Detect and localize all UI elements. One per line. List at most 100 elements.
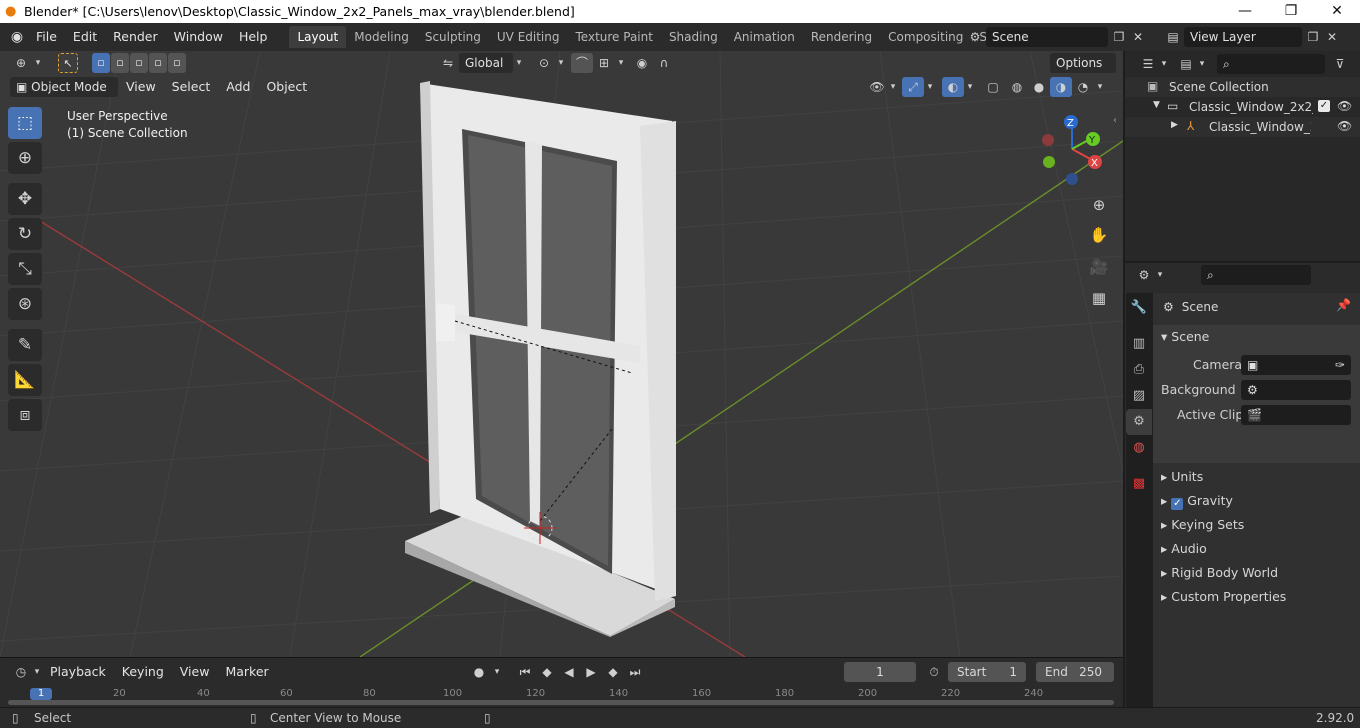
pan-hand-icon[interactable]: ✋ (1086, 219, 1112, 251)
outliner-row-collection[interactable]: ▼ ▭ Classic_Window_2x2_Pa ✓ 👁 (1125, 97, 1360, 117)
chevron-down-icon[interactable]: ▾ (490, 662, 504, 682)
chevron-down-icon[interactable]: ▾ (888, 77, 898, 97)
visibility-eye-icon[interactable]: 👁 (1337, 119, 1352, 133)
next-keyframe-icon[interactable]: ◆ (602, 662, 624, 682)
zoom-icon[interactable]: ⊕ (1086, 191, 1112, 219)
scene-icon[interactable]: ⚙ (964, 27, 986, 47)
jump-start-icon[interactable]: ⏮ (514, 662, 536, 682)
outliner-editor-type-icon[interactable]: ☰ (1137, 54, 1159, 74)
viewport-menu-view[interactable]: View (118, 77, 164, 97)
move-tool-icon[interactable]: ✥ (8, 183, 42, 215)
options-button[interactable]: Options (1050, 53, 1116, 73)
render-tab-icon[interactable]: ▥ (1126, 331, 1152, 357)
tab-layout[interactable]: Layout (289, 26, 347, 48)
visibility-eye-icon[interactable]: 👁 (1337, 99, 1352, 113)
transform-tool-icon[interactable]: ⊛ (8, 288, 42, 320)
texture-tab-icon[interactable]: ▩ (1126, 471, 1152, 497)
close-window-button[interactable]: ✕ (1314, 0, 1360, 23)
timeline-menu-playback[interactable]: Playback (42, 662, 114, 682)
chevron-down-icon[interactable]: ▾ (1094, 77, 1106, 97)
delete-scene-icon[interactable]: ✕ (1130, 27, 1146, 47)
tab-modeling[interactable]: Modeling (346, 26, 417, 48)
rotate-tool-icon[interactable]: ↻ (8, 218, 42, 250)
camera-view-icon[interactable]: 🎥 (1086, 251, 1112, 283)
chevron-down-icon[interactable]: ▾ (964, 77, 976, 97)
background-scene-field[interactable]: ⚙ (1241, 380, 1351, 400)
snap-icon[interactable]: ⌒ (571, 53, 593, 73)
tab-animation[interactable]: Animation (726, 26, 803, 48)
gravity-checkbox[interactable]: ✓ (1171, 498, 1184, 510)
visibility-icon[interactable]: 👁 (866, 77, 888, 97)
keying-sets-panel-header[interactable]: ▸ Keying Sets (1161, 513, 1351, 537)
menu-window[interactable]: Window (166, 23, 231, 51)
select-extend-icon[interactable]: ▫ (111, 53, 129, 73)
active-clip-field[interactable]: 🎬 (1241, 405, 1351, 425)
preview-range-icon[interactable]: ⏱ (923, 662, 945, 682)
exclude-checkbox[interactable]: ✓ (1318, 100, 1330, 112)
new-scene-icon[interactable]: ❐ (1108, 27, 1130, 47)
xray-toggle-icon[interactable]: ▢ (982, 77, 1004, 97)
outliner-row-object[interactable]: ▶ ⅄ Classic_Window_2x2 👁 (1125, 117, 1360, 137)
new-view-layer-icon[interactable]: ❐ (1302, 27, 1324, 47)
proportional-edit-icon[interactable]: ◉ (631, 53, 653, 73)
timeline-menu-keying[interactable]: Keying (114, 662, 172, 682)
select-new-icon[interactable]: ▫ (92, 53, 110, 73)
menu-render[interactable]: Render (105, 23, 166, 51)
chevron-down-icon[interactable]: ▾ (1159, 54, 1169, 74)
material-shading-icon[interactable]: ◑ (1050, 77, 1072, 97)
scene-panel-header[interactable]: ▾ Scene (1161, 325, 1209, 349)
pivot-point-icon[interactable]: ⊙ (533, 53, 555, 73)
select-box-tool-icon[interactable]: ⬚ (8, 107, 42, 139)
navigation-gizmo[interactable]: Z X Y (1042, 115, 1102, 185)
sidebar-toggle-icon[interactable]: ‹ (1113, 115, 1123, 126)
tool-tab-icon[interactable]: 🔧 (1126, 295, 1152, 321)
mode-selector[interactable]: ▣ Object Mode (10, 77, 118, 97)
expand-arrow-icon[interactable]: ▼ (1153, 100, 1160, 110)
play-icon[interactable]: ▶ (580, 662, 602, 682)
units-panel-header[interactable]: ▸ Units (1161, 465, 1351, 489)
transform-orientation-field[interactable]: Global (459, 53, 513, 73)
minimize-button[interactable]: — (1222, 0, 1268, 23)
frame-ruler[interactable]: 1 20 40 60 80 100 120 140 160 180 200 22… (0, 688, 1123, 700)
wireframe-shading-icon[interactable]: ◍ (1006, 77, 1028, 97)
current-frame-field[interactable]: 1 (844, 662, 916, 682)
tab-texture-paint[interactable]: Texture Paint (568, 26, 661, 48)
menu-edit[interactable]: Edit (65, 23, 105, 51)
audio-panel-header[interactable]: ▸ Audio (1161, 537, 1351, 561)
camera-field[interactable]: ▣ ✑ (1241, 355, 1351, 375)
select-difference-icon[interactable]: ▫ (149, 53, 167, 73)
rigid-body-world-panel-header[interactable]: ▸ Rigid Body World (1161, 561, 1351, 585)
maximize-button[interactable]: ❐ (1268, 0, 1314, 23)
window-model[interactable] (405, 81, 676, 637)
end-frame-field[interactable]: End 250 (1036, 662, 1114, 682)
gravity-panel-header[interactable]: ▸ ✓ Gravity (1161, 489, 1351, 513)
chevron-down-icon[interactable]: ▾ (555, 53, 567, 73)
select-box-tool-icon[interactable]: ↖ (58, 53, 78, 73)
cursor-tool-icon[interactable]: ⊕ (8, 142, 42, 174)
chevron-down-icon[interactable]: ▾ (924, 77, 936, 97)
view-layer-tab-icon[interactable]: ▨ (1126, 383, 1152, 409)
chevron-down-icon[interactable]: ▾ (513, 53, 525, 73)
tab-rendering[interactable]: Rendering (803, 26, 880, 48)
record-icon[interactable]: ● (468, 662, 490, 682)
timeline-menu-view[interactable]: View (172, 662, 218, 682)
properties-search-input[interactable]: ⌕ (1201, 265, 1311, 285)
chevron-down-icon[interactable]: ▾ (1197, 54, 1207, 74)
measure-tool-icon[interactable]: 📐 (8, 364, 42, 396)
expand-arrow-icon[interactable]: ▶ (1171, 120, 1178, 130)
viewport-menu-add[interactable]: Add (218, 77, 258, 97)
chevron-down-icon[interactable]: ▾ (32, 662, 42, 682)
rendered-shading-icon[interactable]: ◔ (1072, 77, 1094, 97)
chevron-down-icon[interactable]: ▾ (1155, 265, 1165, 285)
tab-sculpting[interactable]: Sculpting (417, 26, 489, 48)
3d-viewport[interactable]: Z X Y ⊕ ▾ ↖ ▫ ▫ ▫ ▫ ▫ ⇋ Global ▾ ⊙ ▾ ⌒ ⊞… (0, 51, 1123, 657)
viewport-menu-object[interactable]: Object (258, 77, 315, 97)
chevron-down-icon[interactable]: ▾ (32, 53, 44, 73)
jump-end-icon[interactable]: ⏭ (624, 662, 646, 682)
snap-increment-icon[interactable]: ⊞ (593, 53, 615, 73)
menu-file[interactable]: File (28, 23, 65, 51)
overlays-toggle-icon[interactable]: ◐ (942, 77, 964, 97)
timeline-scrollbar[interactable] (8, 700, 1114, 705)
scale-tool-icon[interactable]: ⤡ (8, 253, 42, 285)
outliner-row-scene-collection[interactable]: ▣ Scene Collection (1125, 77, 1360, 97)
